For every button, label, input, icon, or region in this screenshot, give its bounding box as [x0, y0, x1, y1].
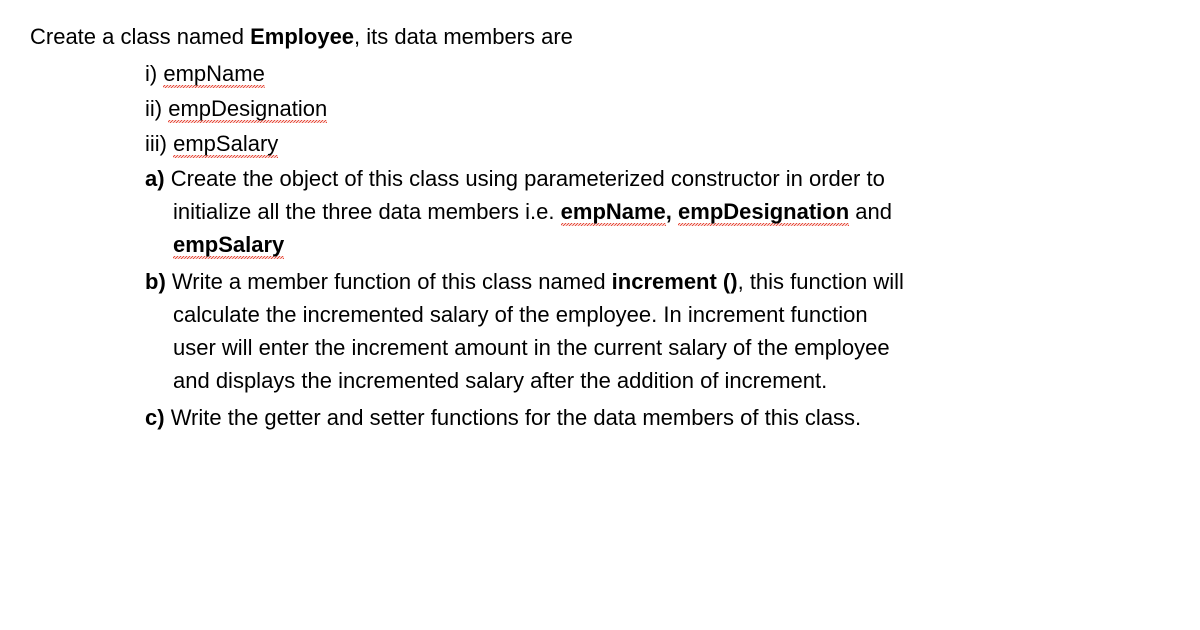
alpha-a-line3: empSalary [145, 228, 1170, 261]
alpha-marker: a) [145, 166, 171, 191]
emp-designation-ref: empDesignation [678, 199, 849, 226]
roman-item-2: ii) empDesignation [145, 92, 1170, 125]
comma: , [666, 199, 678, 224]
intro-prefix: Create a class named [30, 24, 250, 49]
alpha-a-line2: initialize all the three data members i.… [145, 195, 1170, 228]
roman-marker: i) [145, 61, 163, 86]
alpha-item-a: a) Create the object of this class using… [145, 162, 1170, 261]
increment-func: increment () [612, 269, 738, 294]
alpha-b-line4: and displays the incremented salary afte… [145, 364, 1170, 397]
alpha-list: a) Create the object of this class using… [30, 162, 1170, 434]
class-name: Employee [250, 24, 354, 49]
alpha-b-line1: b) Write a member function of this class… [145, 265, 1170, 298]
roman-item-1: i) empName [145, 57, 1170, 90]
data-member-name: empSalary [173, 131, 278, 158]
intro-suffix: , its data members are [354, 24, 573, 49]
roman-item-3: iii) empSalary [145, 127, 1170, 160]
alpha-marker: c) [145, 405, 171, 430]
alpha-marker: b) [145, 269, 172, 294]
alpha-a-text2: initialize all the three data members i.… [173, 199, 561, 224]
emp-salary-ref: empSalary [173, 232, 284, 259]
roman-marker: ii) [145, 96, 168, 121]
and-text: and [849, 199, 892, 224]
intro-line: Create a class named Employee, its data … [30, 20, 1170, 53]
roman-marker: iii) [145, 131, 173, 156]
emp-name-ref: empName [561, 199, 666, 226]
alpha-c-text: Write the getter and setter functions fo… [171, 405, 861, 430]
alpha-b-line3: user will enter the increment amount in … [145, 331, 1170, 364]
alpha-item-c: c) Write the getter and setter functions… [145, 401, 1170, 434]
data-member-name: empDesignation [168, 96, 327, 123]
alpha-b-text1: Write a member function of this class na… [172, 269, 612, 294]
alpha-b-line2: calculate the incremented salary of the … [145, 298, 1170, 331]
alpha-a-line1: a) Create the object of this class using… [145, 162, 1170, 195]
alpha-item-b: b) Write a member function of this class… [145, 265, 1170, 397]
alpha-b-text2: , this function will [738, 269, 904, 294]
alpha-a-text1: Create the object of this class using pa… [171, 166, 885, 191]
roman-list: i) empName ii) empDesignation iii) empSa… [30, 57, 1170, 160]
data-member-name: empName [163, 61, 264, 88]
